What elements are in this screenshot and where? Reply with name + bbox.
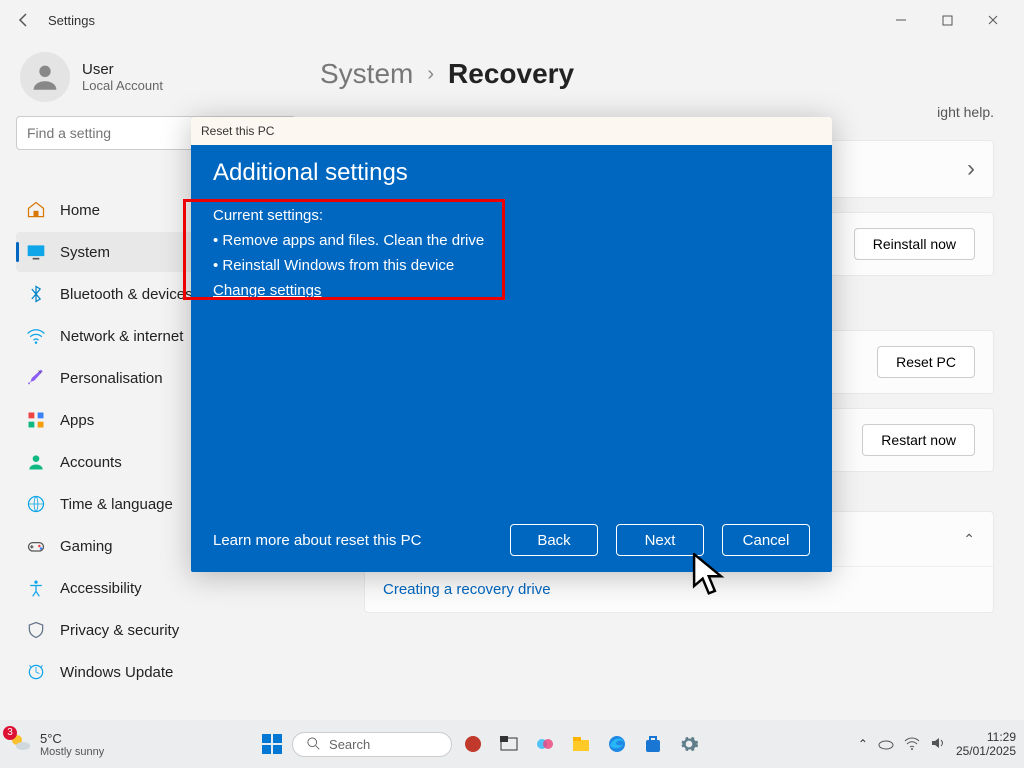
reset-pc-button[interactable]: Reset PC [877,346,975,378]
nav-label: Network & internet [60,328,183,345]
dialog-heading: Additional settings [213,159,810,187]
dialog-titlebar: Reset this PC [191,117,832,145]
nav-label: System [60,244,110,261]
update-icon [26,662,46,682]
nav-label: Home [60,202,100,219]
weather-temp: 5°C [40,731,104,746]
chevron-right-icon: › [427,63,434,86]
taskbar-search[interactable]: Search [292,732,452,757]
minimize-button[interactable] [878,4,924,36]
home-icon [26,200,46,220]
bluetooth-icon [26,284,46,304]
globe-icon [26,494,46,514]
volume-icon[interactable] [930,735,946,754]
system-tray[interactable]: ⌃ 11:29 25/01/2025 [858,730,1016,759]
window-titlebar: Settings [0,0,1024,40]
user-block[interactable]: User Local Account [16,46,300,116]
accessibility-icon [26,578,46,598]
nav-label: Time & language [60,496,173,513]
restart-now-button[interactable]: Restart now [862,424,975,456]
wifi-icon[interactable] [904,735,920,754]
sidebar-item-accessibility[interactable]: Accessibility [16,568,300,608]
weather-widget[interactable]: 3 5°C Mostly sunny [8,731,104,758]
breadcrumb-current: Recovery [448,58,574,90]
taskbar: 3 5°C Mostly sunny Search ⌃ 11:29 25/0 [0,720,1024,768]
taskbar-taskview[interactable] [494,729,524,759]
nav-label: Bluetooth & devices [60,286,193,303]
sidebar-item-windows-update[interactable]: Windows Update [16,652,300,692]
change-settings-link[interactable]: Change settings [213,282,810,299]
help-link[interactable]: Creating a recovery drive [365,566,993,612]
breadcrumb: System › Recovery [320,58,994,90]
window-title: Settings [48,13,95,28]
nav-label: Privacy & security [60,622,179,639]
taskbar-copilot[interactable] [530,729,560,759]
wifi-icon [26,326,46,346]
reinstall-button[interactable]: Reinstall now [854,228,975,260]
reset-dialog: Reset this PC Additional settings Curren… [191,117,832,572]
back-button[interactable] [8,4,40,36]
sidebar-item-privacy-security[interactable]: Privacy & security [16,610,300,650]
dialog-current-label: Current settings: [213,207,810,224]
avatar [20,52,70,102]
system-icon [26,242,46,262]
taskbar-clock[interactable]: 11:29 25/01/2025 [956,730,1016,759]
brush-icon [26,368,46,388]
nav-label: Apps [60,412,94,429]
shield-icon [26,620,46,640]
learn-more-link[interactable]: Learn more about reset this PC [213,532,421,549]
weather-label: Mostly sunny [40,746,104,758]
taskbar-explorer[interactable] [566,729,596,759]
nav-label: Accounts [60,454,122,471]
apps-icon [26,410,46,430]
dialog-next-button[interactable]: Next [616,524,704,556]
dialog-bullet-1: • Remove apps and files. Clean the drive [213,232,810,249]
dialog-bullet-2: • Reinstall Windows from this device [213,257,810,274]
start-button[interactable] [258,730,286,758]
taskbar-settings[interactable] [674,729,704,759]
nav-label: Windows Update [60,664,173,681]
dialog-cancel-button[interactable]: Cancel [722,524,810,556]
taskbar-app-1[interactable] [458,729,488,759]
onedrive-icon[interactable] [878,735,894,754]
user-name: User [82,61,163,78]
dialog-back-button[interactable]: Back [510,524,598,556]
person-icon [26,452,46,472]
close-button[interactable] [970,4,1016,36]
nav-label: Personalisation [60,370,163,387]
user-sub: Local Account [82,78,163,93]
gaming-icon [26,536,46,556]
nav-label: Accessibility [60,580,142,597]
taskbar-edge[interactable] [602,729,632,759]
breadcrumb-parent[interactable]: System [320,58,413,90]
notification-badge: 3 [3,726,17,740]
nav-label: Gaming [60,538,113,555]
maximize-button[interactable] [924,4,970,36]
search-icon [307,737,321,751]
tray-chevron-icon[interactable]: ⌃ [858,737,868,751]
taskbar-store[interactable] [638,729,668,759]
